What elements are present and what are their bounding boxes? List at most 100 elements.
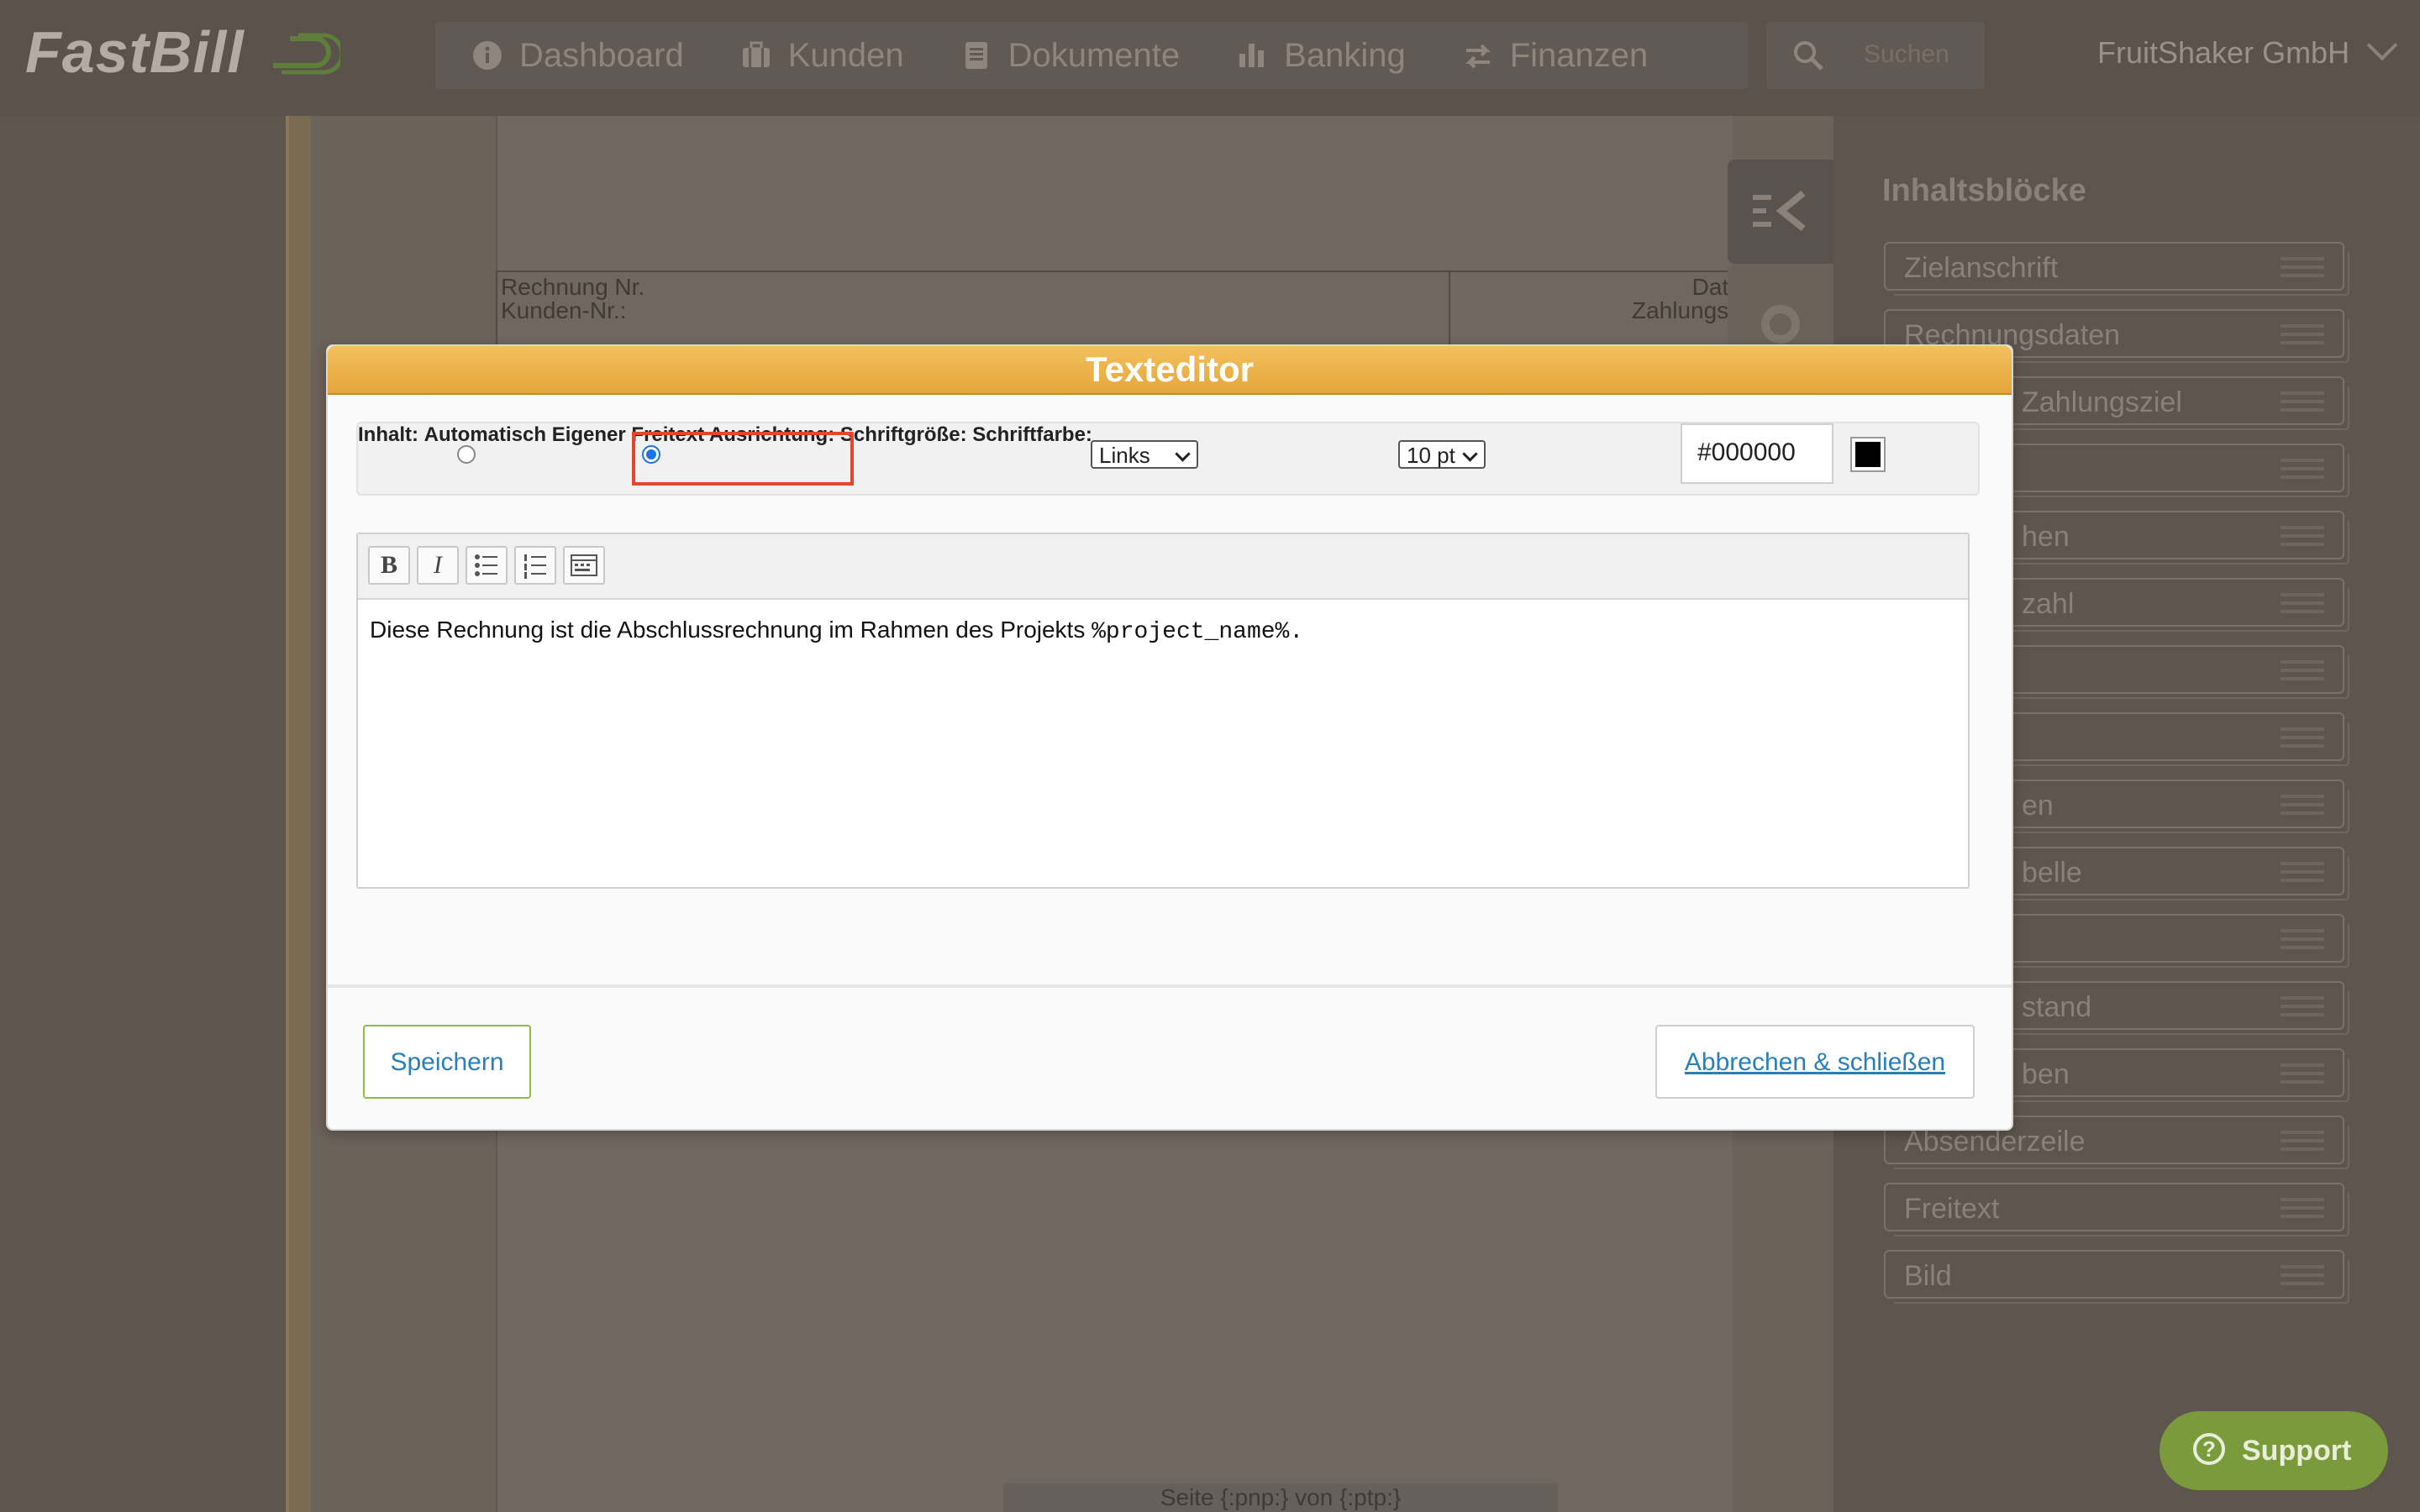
company-name: FruitShaker GmbH: [2097, 35, 2350, 70]
rich-text-editor: B I Diese Rechnung ist die Abschlussrech…: [356, 533, 1970, 889]
logo-mark-icon: [273, 33, 341, 75]
bullet-list-button[interactable]: [466, 546, 508, 585]
content-block[interactable]: Bild: [1884, 1250, 2344, 1299]
date-label: Dat: [1691, 274, 1729, 300]
drag-handle-icon[interactable]: [2281, 795, 2324, 815]
options-bar: Inhalt: Automatisch Eigener Freitext Aus…: [356, 422, 1980, 496]
info-icon: [473, 41, 502, 70]
block-label: Bild: [1904, 1260, 1952, 1292]
drag-handle-icon[interactable]: [2281, 257, 2324, 277]
fontsize-value: 10 pt: [1407, 443, 1455, 468]
bold-button[interactable]: B: [368, 546, 410, 585]
nav-label: Banking: [1284, 36, 1406, 74]
radio-automatic[interactable]: [457, 445, 476, 464]
left-panel: [0, 116, 286, 1512]
top-bar: FastBill Dashboard Kunden Dokumente Bank…: [0, 0, 2420, 116]
nav-dokumente[interactable]: Dokumente: [961, 36, 1181, 75]
block-label: stand: [2022, 991, 2092, 1023]
block-label: zahl: [2022, 588, 2075, 620]
content-block[interactable]: Zielanschrift: [1884, 242, 2344, 291]
nav-label: Dokumente: [1007, 36, 1181, 74]
highlight-box: [632, 432, 854, 486]
document-header-left: Rechnung Nr. Kunden-Nr.:: [501, 276, 644, 323]
collapse-panel-icon: [1753, 190, 1806, 232]
content-block[interactable]: Freitext: [1884, 1183, 2344, 1231]
payment-label: Zahlungs: [1632, 297, 1729, 323]
search-box[interactable]: Suchen: [1766, 22, 1985, 89]
color-picker-button[interactable]: [1850, 437, 1886, 472]
company-switcher[interactable]: FruitShaker GmbH: [2097, 29, 2398, 71]
drag-handle-icon[interactable]: [2281, 1198, 2324, 1218]
block-label: ben: [2022, 1058, 2070, 1090]
invoice-number-label: Rechnung Nr.: [501, 274, 645, 300]
customer-number-label: Kunden-Nr.:: [501, 297, 627, 323]
drag-handle-icon[interactable]: [2281, 526, 2324, 546]
search-placeholder: Suchen: [1864, 40, 1949, 68]
cancel-close-button[interactable]: Abbrechen & schließen: [1655, 1025, 1975, 1099]
color-swatch-icon: [1855, 442, 1881, 467]
italic-button[interactable]: I: [417, 546, 459, 585]
help-icon: ?: [2193, 1433, 2225, 1465]
numbered-list-button[interactable]: [514, 546, 556, 585]
save-button[interactable]: Speichern: [363, 1025, 531, 1099]
drag-handle-icon[interactable]: [2281, 996, 2324, 1016]
alignment-select[interactable]: Links: [1091, 440, 1198, 469]
drag-handle-icon[interactable]: [2281, 660, 2324, 680]
logo-text: FastBill: [25, 19, 245, 85]
support-button[interactable]: ? Support: [2160, 1411, 2388, 1490]
block-label: Zielanschrift: [1904, 252, 2059, 284]
left-stripe: [286, 116, 311, 1512]
block-label: belle: [2022, 857, 2082, 889]
footer-separator: [328, 984, 2012, 988]
document-icon: [965, 42, 987, 69]
nav-label: Kunden: [787, 36, 904, 74]
drag-handle-icon[interactable]: [2281, 1265, 2324, 1285]
drag-handle-icon[interactable]: [2281, 1131, 2324, 1151]
drag-handle-icon[interactable]: [2281, 727, 2324, 748]
insert-table-button[interactable]: [563, 546, 605, 585]
search-icon: [1794, 41, 1823, 71]
content-label: Inhalt:: [358, 423, 418, 446]
support-label: Support: [2242, 1435, 2352, 1467]
block-label: hen: [2022, 521, 2070, 553]
drag-handle-icon[interactable]: [2281, 929, 2324, 949]
bullet-list-icon: [475, 554, 497, 576]
nav-dashboard[interactable]: Dashboard: [472, 37, 684, 75]
fontsize-select[interactable]: 10 pt: [1398, 440, 1486, 469]
editor-toolbar: B I: [358, 534, 1968, 600]
nav-banking[interactable]: Banking: [1237, 37, 1406, 75]
header-divider: [1449, 272, 1450, 344]
page-footer: Seite {:pnp:} von {:ptp:}: [1003, 1483, 1558, 1512]
content-blocks-title: Inhaltsblöcke: [1882, 173, 2086, 208]
nav-label: Finanzen: [1509, 36, 1649, 74]
briefcase-icon: [742, 41, 770, 67]
drag-handle-icon[interactable]: [2281, 593, 2324, 613]
keyboard-table-icon: [571, 554, 597, 576]
app-logo[interactable]: FastBill: [25, 18, 341, 86]
block-label: Freitext: [1904, 1193, 2000, 1225]
drag-handle-icon[interactable]: [2281, 862, 2324, 882]
placeholder-token: %project_name%.: [1092, 619, 1304, 645]
fontcolor-input[interactable]: #000000: [1681, 423, 1833, 484]
nav-finanzen[interactable]: Finanzen: [1463, 36, 1649, 75]
chevron-down-icon: [2366, 29, 2398, 61]
drag-handle-icon[interactable]: [2281, 391, 2324, 412]
drag-handle-icon[interactable]: [2281, 459, 2324, 479]
radio-automatic-label[interactable]: Automatisch: [424, 423, 546, 446]
modal-title: Texteditor: [328, 346, 2012, 395]
numbered-list-icon: [524, 554, 546, 579]
drag-handle-icon[interactable]: [2281, 324, 2324, 344]
collapse-panel-button[interactable]: [1728, 160, 1833, 264]
editor-text: Diese Rechnung ist die Abschlussrechnung…: [370, 617, 1092, 643]
radio-custom-text[interactable]: [642, 445, 660, 464]
document-header-block[interactable]: Rechnung Nr. Kunden-Nr.: Dat Zahlungs: [496, 270, 1733, 344]
editor-content[interactable]: Diese Rechnung ist die Abschlussrechnung…: [370, 617, 1303, 645]
nav-label: Dashboard: [519, 36, 684, 74]
alignment-value: Links: [1099, 443, 1150, 468]
transfer-arrows-icon: [1465, 44, 1491, 69]
chevron-down-icon: [1175, 446, 1191, 462]
drag-handle-icon[interactable]: [2281, 1063, 2324, 1084]
texteditor-modal: Texteditor Inhalt: Automatisch Eigener F…: [326, 344, 2013, 1131]
nav-kunden[interactable]: Kunden: [741, 37, 904, 75]
fontcolor-label: Schriftfarbe:: [972, 423, 1092, 446]
